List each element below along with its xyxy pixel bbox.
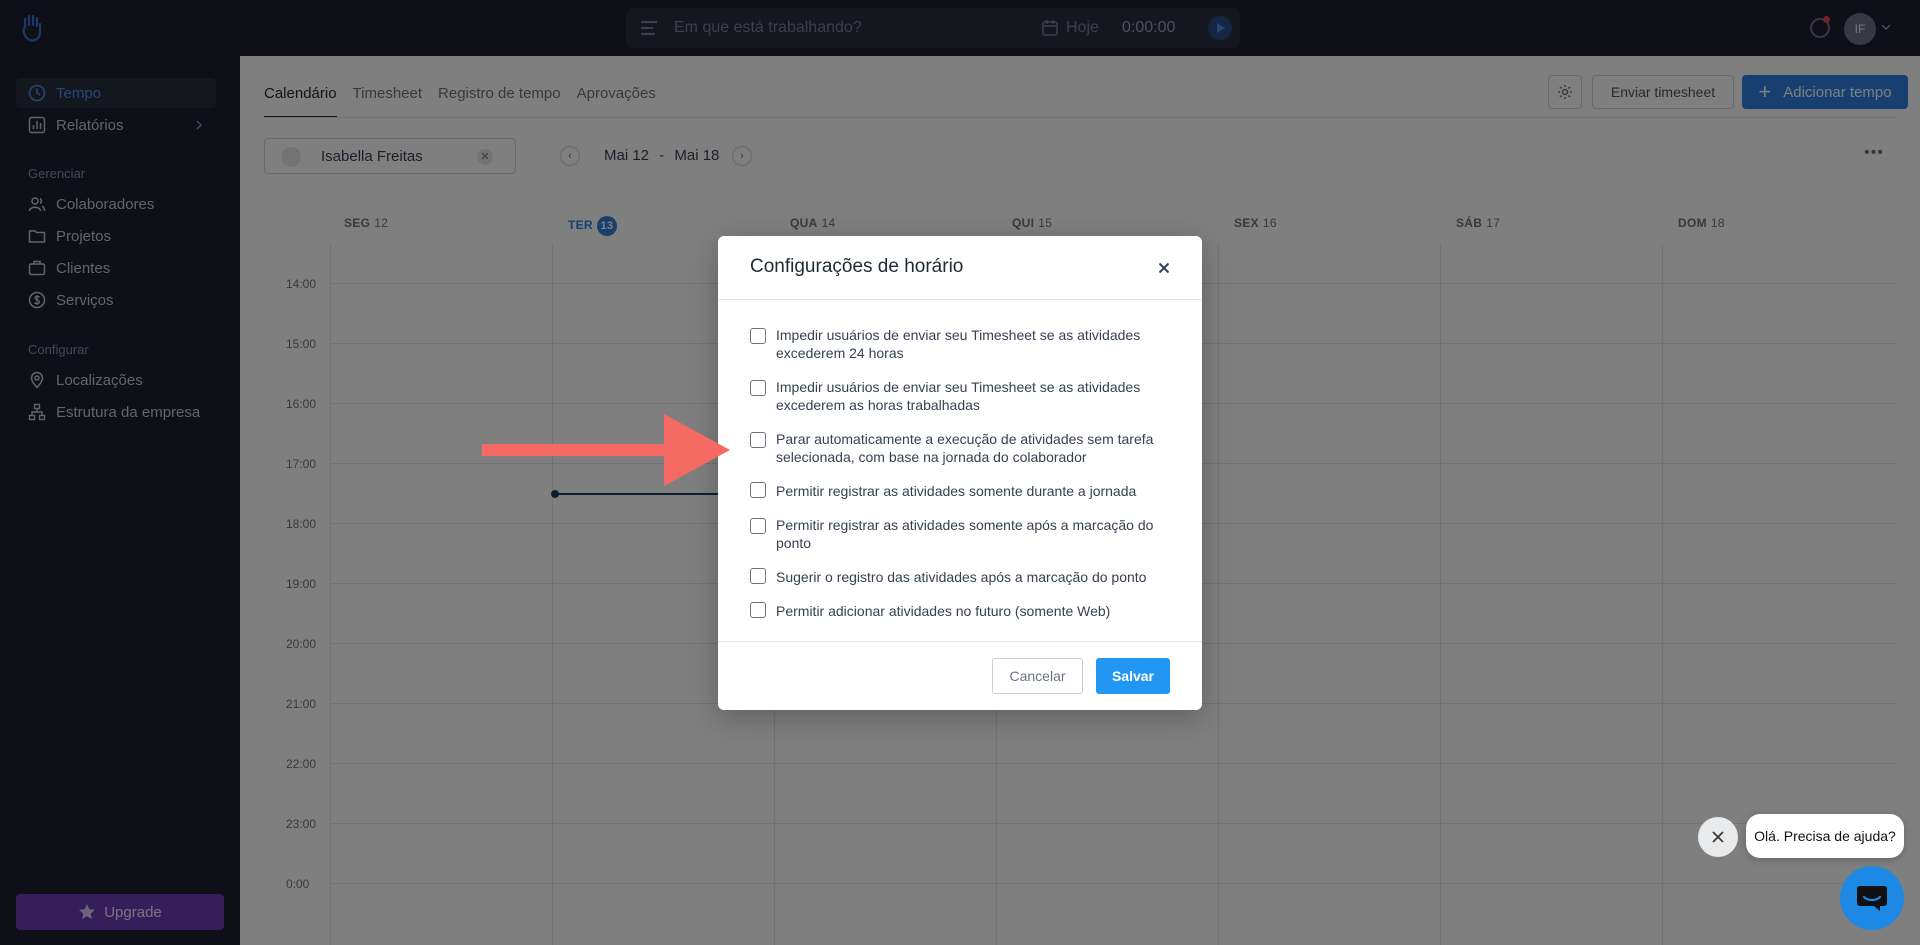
checkbox[interactable] bbox=[750, 432, 766, 448]
option-label: Sugerir o registro das atividades após a… bbox=[776, 569, 1147, 585]
close-icon bbox=[1158, 262, 1170, 274]
chat-launcher-button[interactable] bbox=[1840, 866, 1904, 930]
checkbox[interactable] bbox=[750, 518, 766, 534]
checkbox[interactable] bbox=[750, 380, 766, 396]
save-button[interactable]: Salvar bbox=[1096, 658, 1170, 694]
checkbox[interactable] bbox=[750, 568, 766, 584]
option-suggest-after-punch[interactable]: Sugerir o registro das atividades após a… bbox=[750, 568, 1170, 586]
checkbox[interactable] bbox=[750, 482, 766, 498]
dismiss-help-button[interactable] bbox=[1698, 817, 1738, 857]
option-label: Permitir registrar as atividades somente… bbox=[776, 483, 1137, 499]
chat-icon bbox=[1857, 886, 1887, 911]
option-only-during-shift[interactable]: Permitir registrar as atividades somente… bbox=[750, 482, 1170, 500]
close-icon bbox=[1712, 831, 1724, 843]
help-bubble[interactable]: Olá. Precisa de ajuda? bbox=[1746, 814, 1904, 858]
cancel-button[interactable]: Cancelar bbox=[992, 658, 1083, 694]
schedule-settings-dialog: Configurações de horário Impedir usuário… bbox=[718, 236, 1202, 710]
dialog-divider bbox=[718, 641, 1202, 642]
option-label: Permitir registrar as atividades somente… bbox=[776, 517, 1154, 551]
checkbox[interactable] bbox=[750, 602, 766, 618]
option-block-24h[interactable]: Impedir usuários de enviar seu Timesheet… bbox=[750, 326, 1170, 362]
dialog-divider bbox=[718, 299, 1202, 300]
dialog-title: Configurações de horário bbox=[750, 256, 964, 277]
checkbox[interactable] bbox=[750, 328, 766, 344]
annotation-arrow-icon bbox=[482, 414, 730, 486]
option-block-hours-worked[interactable]: Impedir usuários de enviar seu Timesheet… bbox=[750, 378, 1170, 414]
close-dialog-button[interactable] bbox=[1152, 256, 1176, 280]
option-future-activities[interactable]: Permitir adicionar atividades no futuro … bbox=[750, 602, 1170, 620]
option-label: Parar automaticamente a execução de ativ… bbox=[776, 431, 1154, 465]
option-only-after-punch[interactable]: Permitir registrar as atividades somente… bbox=[750, 516, 1170, 552]
option-label: Permitir adicionar atividades no futuro … bbox=[776, 603, 1111, 619]
option-label: Impedir usuários de enviar seu Timesheet… bbox=[776, 379, 1141, 413]
option-label: Impedir usuários de enviar seu Timesheet… bbox=[776, 327, 1141, 361]
option-auto-stop[interactable]: Parar automaticamente a execução de ativ… bbox=[750, 430, 1170, 466]
